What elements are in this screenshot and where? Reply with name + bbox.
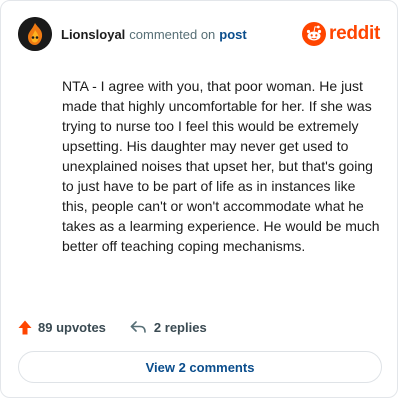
username[interactable]: Lionsloyal: [61, 28, 125, 41]
comment-header: Lionsloyal commented on post reddit: [18, 17, 380, 51]
upvote-button[interactable]: 89 upvotes: [18, 320, 106, 335]
upvote-arrow-icon: [18, 320, 32, 334]
flame-avatar-icon: [18, 17, 52, 51]
comment-body: NTA - I agree with you, that poor woman.…: [62, 78, 380, 254]
post-link[interactable]: post: [219, 28, 246, 41]
view-comments-button[interactable]: View 2 comments: [18, 351, 382, 383]
reply-count: 2 replies: [153, 319, 207, 335]
comment-card: Lionsloyal commented on post reddit NTA …: [0, 0, 398, 398]
reply-arrow-icon: [130, 320, 146, 333]
comment-meta: Lionsloyal commented on post: [61, 28, 247, 41]
avatar[interactable]: [18, 17, 52, 51]
brand-wordmark: reddit: [329, 23, 380, 44]
replies-button[interactable]: 2 replies: [130, 320, 207, 335]
reddit-logo[interactable]: reddit: [302, 22, 380, 46]
reddit-snoo-icon: [302, 22, 327, 46]
action-text: commented on: [129, 26, 216, 42]
comment-actions: 89 upvotes 2 replies: [18, 317, 207, 337]
upvote-count: 89 upvotes: [38, 319, 106, 335]
